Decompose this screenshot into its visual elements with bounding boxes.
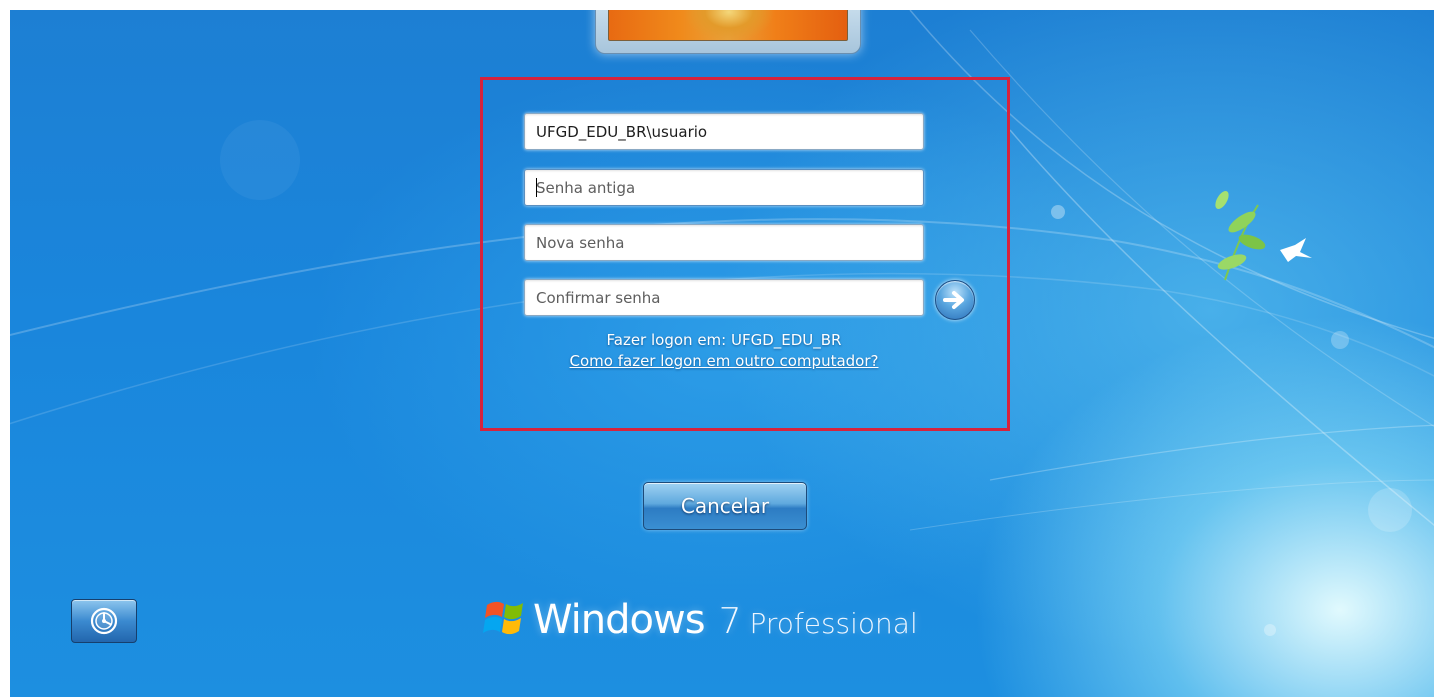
username-field[interactable] — [524, 113, 924, 150]
confirm-password-field[interactable] — [524, 279, 924, 316]
brand-edition: Professional — [749, 607, 918, 640]
submit-button[interactable] — [935, 280, 975, 320]
windows-logo-icon — [483, 601, 523, 635]
twig-illustration — [1215, 190, 1266, 281]
dove-illustration — [1280, 238, 1312, 262]
other-computer-link[interactable]: Como fazer logon em outro computador? — [524, 352, 924, 370]
logon-screen: Fazer logon em: UFGD_EDU_BR Como fazer l… — [10, 10, 1434, 697]
arrow-right-icon — [943, 291, 964, 309]
ease-of-access-button[interactable] — [71, 599, 137, 643]
windows-branding: Windows 7 Professional — [483, 593, 918, 653]
brand-word: Windows — [533, 597, 706, 643]
cancel-button[interactable]: Cancelar — [643, 482, 807, 530]
logon-domain-text: Fazer logon em: UFGD_EDU_BR — [606, 331, 842, 349]
text-caret — [536, 178, 537, 197]
new-password-field[interactable] — [524, 224, 924, 261]
brand-version: 7 — [718, 601, 742, 642]
user-avatar-image — [608, 10, 848, 41]
user-avatar-frame — [595, 10, 861, 54]
old-password-field[interactable] — [524, 169, 924, 206]
ease-of-access-icon — [90, 607, 118, 635]
